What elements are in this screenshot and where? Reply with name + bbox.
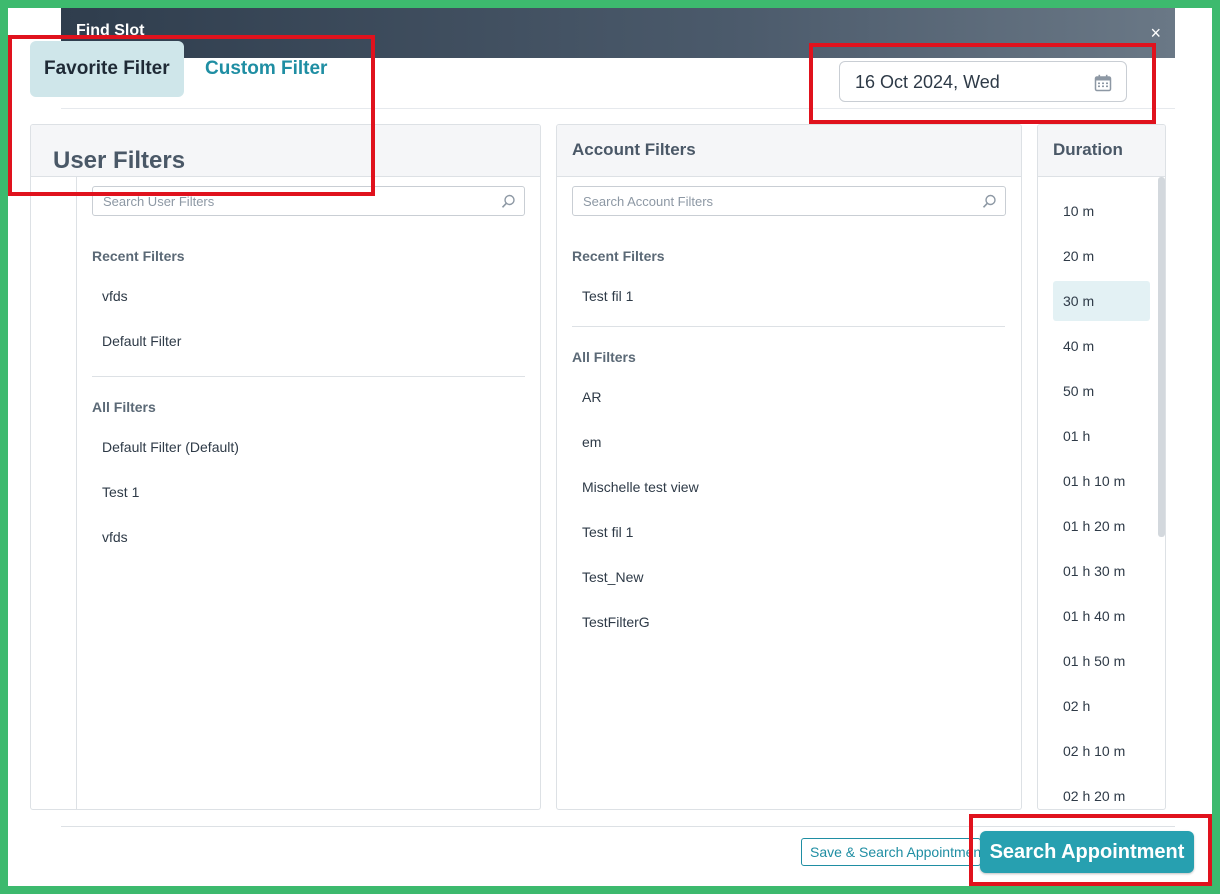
duration-option[interactable]: 01 h 50 m — [1053, 641, 1150, 681]
user-filters-head-divider — [76, 176, 541, 177]
duration-option[interactable]: 02 h — [1053, 686, 1150, 726]
duration-option[interactable]: 02 h 10 m — [1053, 731, 1150, 771]
duration-option[interactable]: 02 h 20 m — [1053, 776, 1150, 809]
account-all-filters-label: All Filters — [572, 349, 636, 365]
close-icon[interactable]: × — [1150, 22, 1161, 44]
search-account-filters-input[interactable]: Search Account Filters — [572, 186, 1006, 216]
duration-option[interactable]: 40 m — [1053, 326, 1150, 366]
account-filter-item[interactable]: Test_New — [582, 569, 643, 585]
search-user-filters-placeholder: Search User Filters — [103, 194, 215, 209]
date-value: 16 Oct 2024, Wed — [855, 72, 1000, 92]
account-filter-item[interactable]: TestFilterG — [582, 614, 650, 630]
account-recent-filters-label: Recent Filters — [572, 248, 665, 264]
duration-title: Duration — [1038, 125, 1165, 177]
search-user-filters-input[interactable]: Search User Filters — [92, 186, 525, 216]
account-recent-filter-item[interactable]: Test fil 1 — [582, 288, 633, 304]
calendar-icon[interactable] — [1094, 74, 1112, 92]
user-filters-title: User Filters — [31, 125, 540, 177]
user-filter-item[interactable]: Default Filter (Default) — [102, 439, 239, 455]
account-filters-title: Account Filters — [557, 125, 1021, 177]
tab-favorite-filter[interactable]: Favorite Filter — [30, 41, 184, 97]
account-filter-item[interactable]: em — [582, 434, 601, 450]
search-appointment-button[interactable]: Search Appointment — [980, 831, 1194, 873]
dialog-title: Find Slot — [76, 22, 145, 39]
user-all-filters-label: All Filters — [92, 399, 156, 415]
duration-option-selected[interactable]: 30 m — [1053, 281, 1150, 321]
duration-option[interactable]: 01 h 10 m — [1053, 461, 1150, 501]
save-and-search-button[interactable]: Save & Search Appointment — [801, 838, 981, 866]
account-filters-panel: Account Filters — [556, 124, 1022, 810]
footer-divider — [61, 826, 1175, 827]
date-picker-field[interactable]: 16 Oct 2024, Wed — [839, 61, 1127, 102]
user-recent-filters-label: Recent Filters — [92, 248, 185, 264]
duration-option[interactable]: 01 h 40 m — [1053, 596, 1150, 636]
search-account-filters-placeholder: Search Account Filters — [583, 194, 714, 209]
duration-option[interactable]: 01 h 20 m — [1053, 506, 1150, 546]
search-icon — [501, 194, 515, 208]
duration-option[interactable]: 10 m — [1053, 191, 1150, 231]
user-recent-filter-item[interactable]: Default Filter — [102, 333, 181, 349]
duration-option[interactable]: 01 h 30 m — [1053, 551, 1150, 591]
tab-custom-filter[interactable]: Custom Filter — [191, 41, 341, 97]
user-filter-item[interactable]: Test 1 — [102, 484, 139, 500]
duration-panel: Duration 10 m 20 m 30 m 40 m 50 m 01 h 0… — [1037, 124, 1166, 810]
account-filter-item[interactable]: AR — [582, 389, 601, 405]
account-filter-item[interactable]: Test fil 1 — [582, 524, 633, 540]
duration-option[interactable]: 20 m — [1053, 236, 1150, 276]
user-filters-panel: User Filters — [30, 124, 541, 810]
user-filters-divider — [92, 376, 525, 377]
account-filters-divider — [572, 326, 1005, 327]
duration-option[interactable]: 01 h — [1053, 416, 1150, 456]
account-filter-item[interactable]: Mischelle test view — [582, 479, 699, 495]
user-filters-left-border — [76, 176, 77, 810]
duration-option[interactable]: 50 m — [1053, 371, 1150, 411]
duration-scrollbar[interactable] — [1158, 177, 1165, 537]
search-icon — [982, 194, 996, 208]
user-recent-filter-item[interactable]: vfds — [102, 288, 128, 304]
header-divider — [61, 108, 1175, 109]
user-filter-item[interactable]: vfds — [102, 529, 128, 545]
